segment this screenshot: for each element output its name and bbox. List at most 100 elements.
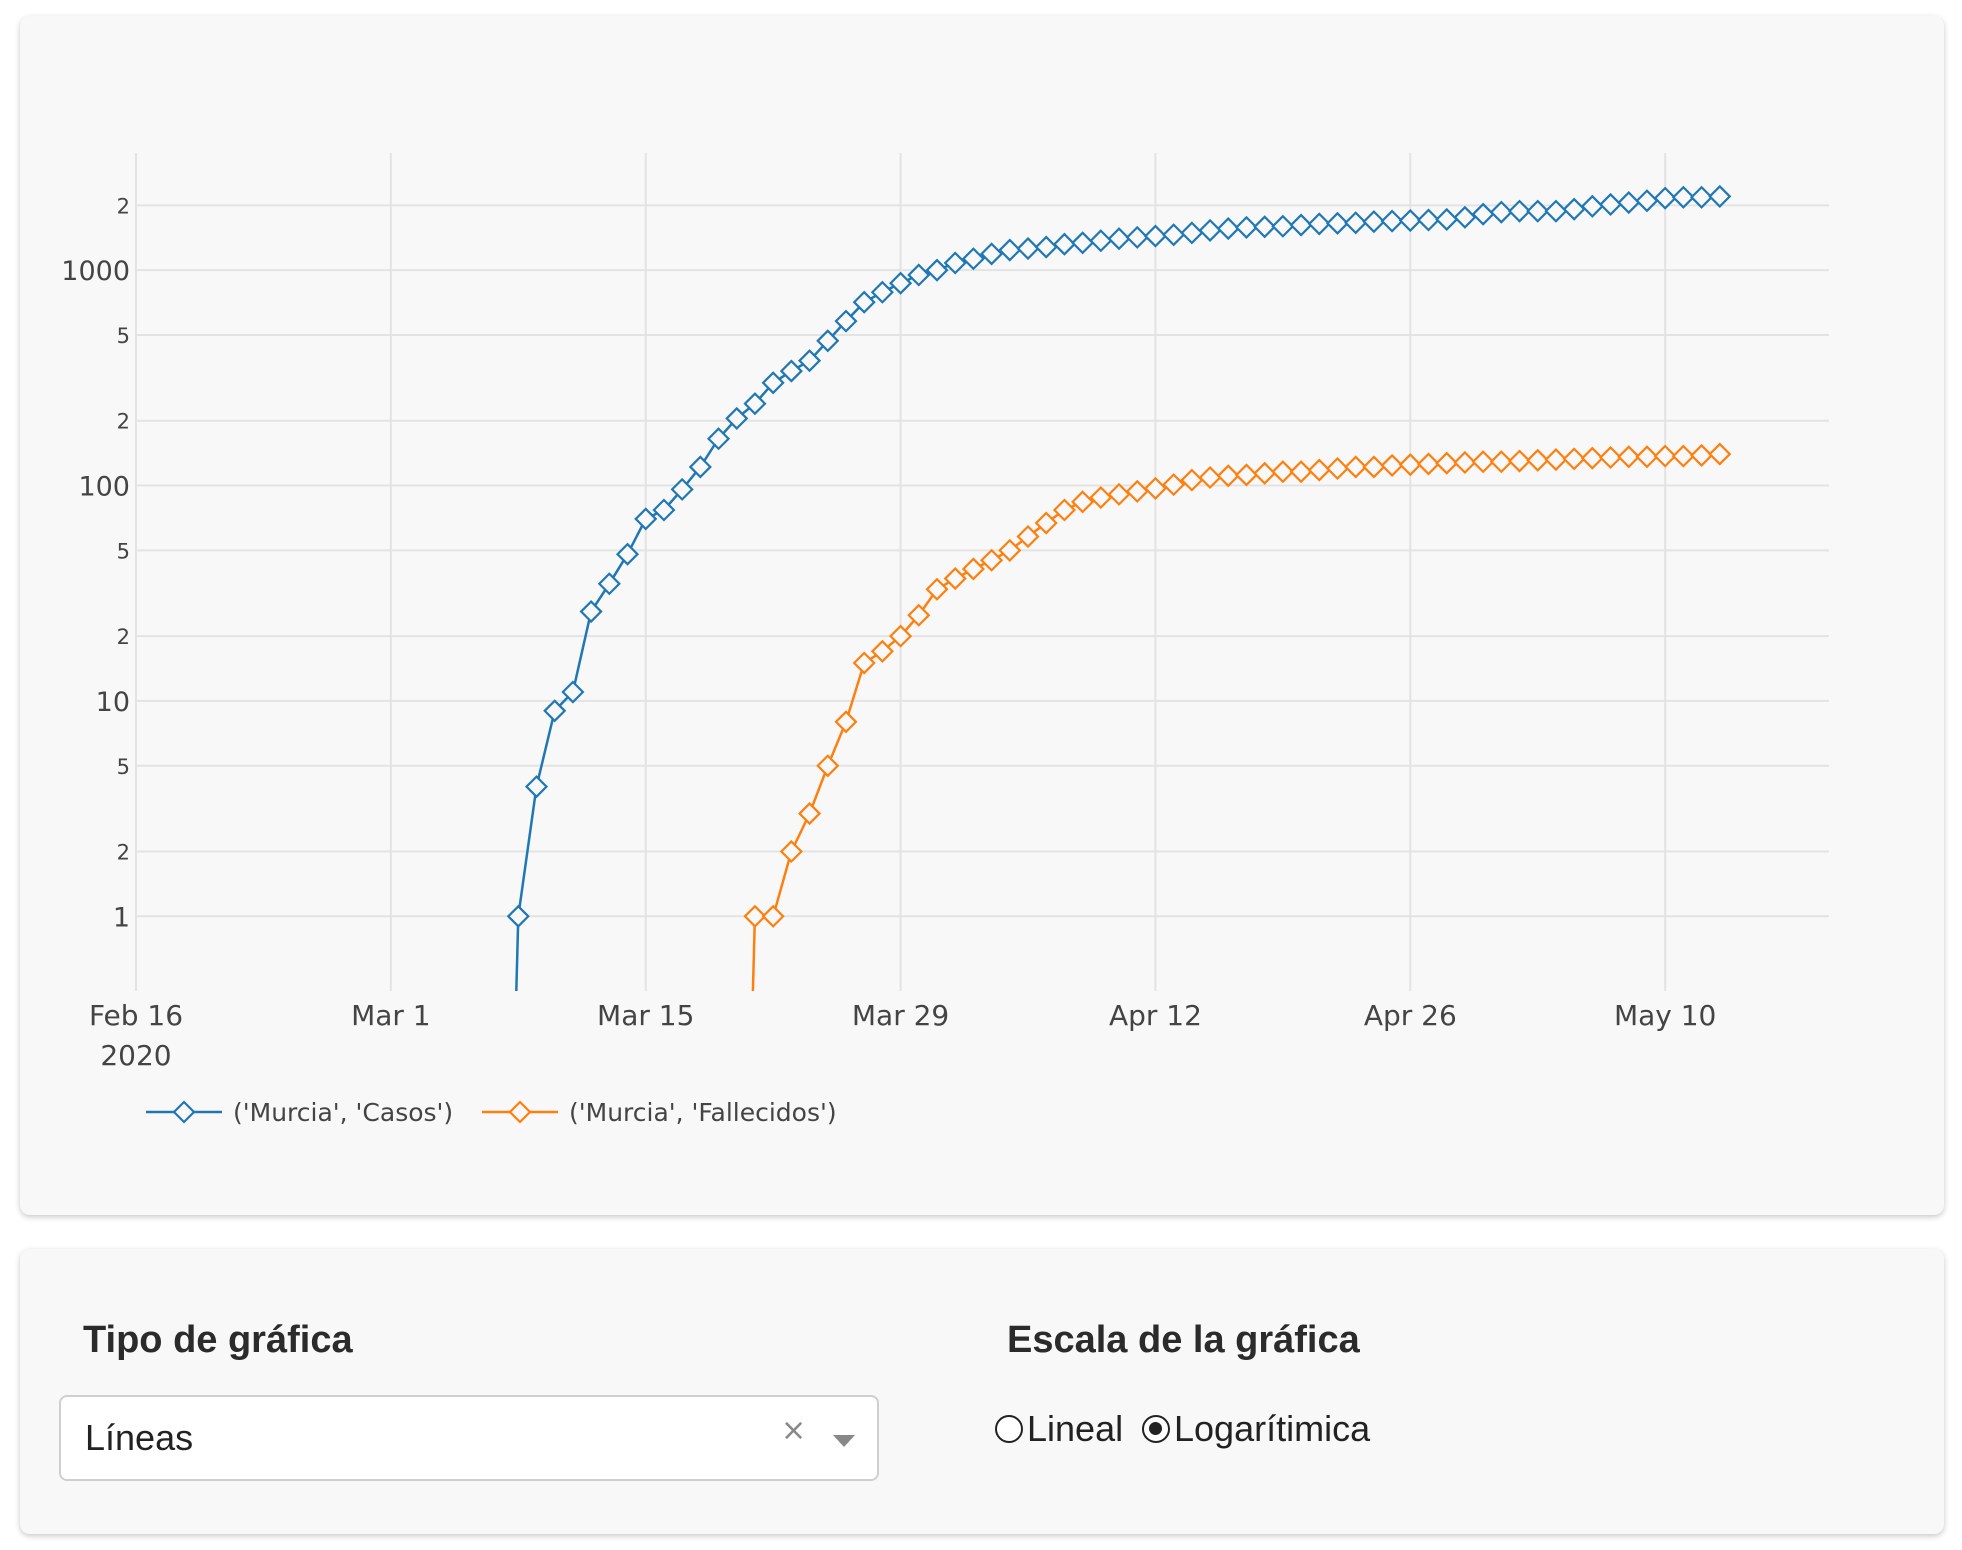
data-point-marker: [1544, 199, 1568, 223]
data-point-marker: [1325, 211, 1350, 235]
data-point-marker: [1253, 461, 1277, 485]
data-point-marker: [1598, 445, 1623, 470]
data-point-marker: [597, 572, 621, 596]
data-point-marker: [524, 775, 549, 799]
y-tick-label: 2: [117, 840, 130, 864]
data-point-marker: [1344, 211, 1368, 235]
data-point-marker: [834, 710, 858, 734]
data-point-marker: [1671, 444, 1695, 468]
data-point-marker: [1380, 453, 1404, 477]
data-point-marker: [761, 904, 785, 928]
data-point-marker: [1198, 465, 1222, 490]
legend[interactable]: ('Murcia', 'Casos') ('Murcia', 'Fallecido…: [146, 1098, 837, 1127]
data-point-marker: [798, 801, 822, 826]
data-point-marker: [506, 904, 530, 928]
data-point-marker: [961, 247, 985, 271]
data-point-marker: [1690, 443, 1714, 467]
data-point-marker: [1216, 217, 1240, 241]
y-tick-label: 1000: [61, 256, 130, 287]
data-point-marker: [1016, 237, 1040, 261]
data-point-marker: [1526, 448, 1550, 472]
grid-lines: [135, 153, 1829, 991]
data-point-marker: [779, 839, 803, 864]
data-point-marker: [1708, 184, 1732, 208]
legend-item-1[interactable]: ('Murcia', 'Fallecidos'): [482, 1098, 837, 1127]
series-line: [515, 195, 1720, 991]
data-point-marker: [852, 651, 876, 675]
data-point-marker: [998, 538, 1022, 562]
x-tick-label: Mar 15: [597, 999, 694, 1032]
data-point-marker: [925, 577, 949, 601]
data-point-marker: [1307, 212, 1331, 236]
legend-item-0[interactable]: ('Murcia', 'Casos'): [146, 1098, 453, 1127]
data-point-marker: [1362, 210, 1386, 234]
data-point-marker: [1617, 191, 1641, 215]
series-0: [506, 184, 1732, 991]
legend-label: ('Murcia', 'Fallecidos'): [569, 1098, 837, 1127]
data-point-marker: [870, 280, 894, 304]
data-point-marker: [1690, 185, 1714, 209]
data-point-marker: [1398, 453, 1422, 477]
chart-type-selected-value: Líneas: [85, 1417, 194, 1458]
legend-marker: [508, 1100, 532, 1124]
chart-type-select[interactable]: Líneas ×: [59, 1395, 879, 1481]
data-point-marker: [1143, 476, 1167, 500]
series-layer: [506, 184, 1732, 991]
data-point-marker: [1362, 455, 1386, 479]
x-tick-label: Apr 26: [1364, 999, 1457, 1032]
radio-option-logaritmica[interactable]: Logarítimica: [1142, 1404, 1370, 1454]
data-point-marker: [1453, 450, 1477, 475]
data-point-marker: [1052, 232, 1076, 256]
data-point-marker: [1398, 208, 1422, 233]
data-point-marker: [1380, 209, 1404, 233]
data-point-marker: [1271, 214, 1295, 238]
data-point-marker: [961, 557, 985, 581]
data-point-marker: [1234, 215, 1259, 239]
data-point-marker: [1598, 192, 1623, 216]
data-point-marker: [1089, 229, 1113, 253]
y-tick-label: 1: [113, 902, 130, 933]
chevron-down-icon[interactable]: [833, 1435, 855, 1447]
data-point-marker: [1562, 447, 1586, 471]
series-line: [751, 452, 1720, 991]
data-point-marker: [1325, 456, 1350, 481]
data-point-marker: [1107, 482, 1131, 506]
x-tick-label: Feb 16: [89, 999, 183, 1032]
data-point-marker: [1435, 451, 1459, 475]
data-point-marker: [1071, 490, 1095, 514]
data-point-marker: [1180, 468, 1204, 492]
chart-panel: Feb 16 2020 Mar 1 Mar 15 Mar 29 Apr 12 Apr 26 M…: [20, 16, 1944, 1215]
data-point-marker: [1489, 450, 1513, 474]
radio-button-logaritmica[interactable]: [1142, 1415, 1170, 1443]
data-point-marker: [998, 238, 1022, 262]
data-point-marker: [779, 359, 803, 383]
data-point-marker: [1416, 208, 1441, 232]
data-point-marker: [1234, 463, 1259, 487]
x-tick-label: May 10: [1614, 999, 1716, 1032]
data-point-marker: [1562, 197, 1586, 221]
legend-marker: [172, 1100, 196, 1124]
data-point-marker: [1216, 464, 1240, 488]
data-point-marker: [1289, 460, 1313, 484]
data-point-marker: [1125, 225, 1149, 249]
radio-button-lineal[interactable]: [995, 1415, 1023, 1443]
y-tick-label: 2: [117, 194, 130, 218]
data-point-marker: [1307, 458, 1331, 482]
axis-labels: Feb 16 2020 Mar 1 Mar 15 Mar 29 Apr 12 Apr 26 M…: [61, 194, 1716, 1072]
data-point-marker: [889, 271, 913, 295]
data-point-marker: [907, 263, 931, 287]
data-point-marker: [980, 242, 1004, 266]
data-point-marker: [1635, 189, 1659, 213]
clear-icon[interactable]: ×: [781, 1413, 806, 1448]
data-point-marker: [1162, 473, 1186, 497]
data-point-marker: [1162, 223, 1186, 247]
data-point-marker: [1507, 449, 1532, 473]
chart-type-title: Tipo de gráfica: [83, 1319, 353, 1361]
data-point-marker: [1034, 235, 1058, 259]
data-point-marker: [634, 507, 658, 531]
radio-option-lineal[interactable]: Lineal: [995, 1404, 1123, 1454]
data-point-marker: [1708, 442, 1732, 466]
y-tick-label: 100: [78, 472, 130, 503]
data-point-marker: [1580, 446, 1604, 470]
data-point-marker: [1052, 498, 1076, 522]
